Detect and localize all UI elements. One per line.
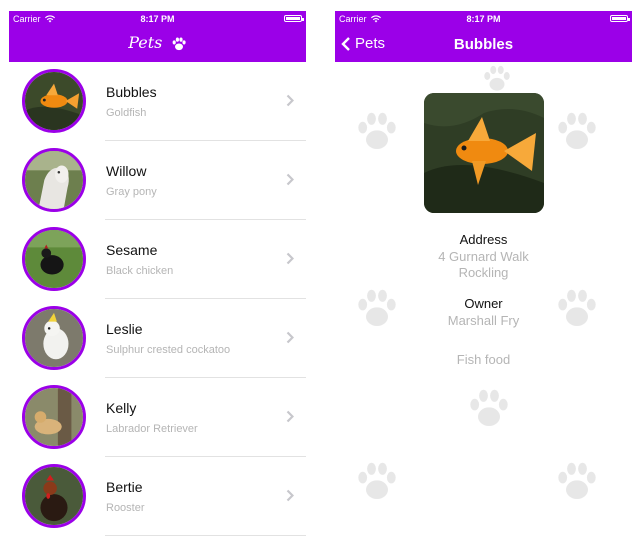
pet-list-screen: Carrier 8:17 PM Pets Bubbles Goldfish Wi…	[9, 11, 306, 542]
address-label: Address	[459, 232, 508, 247]
address-line2: Rockling	[458, 265, 509, 280]
status-bar: Carrier 8:17 PM	[335, 11, 632, 27]
pet-row-leslie[interactable]: Leslie Sulphur crested cockatoo	[9, 299, 306, 378]
navigation-bar: Carrier 8:17 PM Pets	[9, 11, 306, 62]
pet-detail-screen: Carrier 8:17 PM Pets Bubbles Address 4 G…	[335, 11, 632, 542]
paw-icon	[470, 389, 508, 427]
nav-title: Pets	[9, 33, 306, 53]
food-text: Fish food	[456, 352, 511, 367]
pet-name: Bubbles	[106, 84, 157, 100]
avatar	[22, 385, 86, 449]
avatar	[22, 306, 86, 370]
navigation-bar: Carrier 8:17 PM Pets Bubbles	[335, 11, 632, 62]
pet-name: Leslie	[106, 321, 143, 337]
chevron-right-icon	[286, 252, 294, 265]
paw-icon	[172, 37, 186, 50]
owner-name: Marshall Fry	[447, 313, 520, 328]
pet-row-bubbles[interactable]: Bubbles Goldfish	[9, 62, 306, 141]
pet-name: Bertie	[106, 479, 143, 495]
avatar	[22, 464, 86, 528]
pet-type: Rooster	[106, 502, 145, 514]
chevron-right-icon	[286, 94, 294, 107]
paw-icon	[558, 112, 596, 150]
chevron-right-icon	[286, 410, 294, 423]
page-title: Pets	[128, 33, 163, 52]
pet-name: Willow	[106, 163, 147, 179]
chevron-right-icon	[286, 173, 294, 186]
pet-row-bertie[interactable]: Bertie Rooster	[9, 457, 306, 536]
paw-icon	[558, 462, 596, 500]
pet-photo	[424, 93, 544, 213]
page-title: Bubbles	[453, 36, 514, 53]
avatar	[22, 69, 86, 133]
battery-icon	[610, 15, 630, 22]
chevron-right-icon	[286, 331, 294, 344]
pet-type: Black chicken	[106, 265, 174, 277]
pet-name: Sesame	[106, 242, 158, 258]
pet-type: Gray pony	[106, 186, 157, 198]
pet-name: Kelly	[106, 400, 137, 416]
pet-row-kelly[interactable]: Kelly Labrador Retriever	[9, 378, 306, 457]
pet-row-willow[interactable]: Willow Gray pony	[9, 141, 306, 220]
status-time: 8:17 PM	[140, 14, 175, 24]
paw-icon	[484, 65, 510, 91]
avatar	[22, 148, 86, 212]
status-bar: Carrier 8:17 PM	[9, 11, 306, 27]
pet-type: Sulphur crested cockatoo	[106, 344, 231, 356]
owner-label: Owner	[464, 296, 503, 311]
chevron-right-icon	[286, 489, 294, 502]
paw-icon	[358, 112, 396, 150]
pet-detail: Address 4 Gurnard Walk Rockling Owner Ma…	[335, 62, 632, 542]
avatar	[22, 227, 86, 291]
pet-type: Labrador Retriever	[106, 423, 198, 435]
pet-type: Goldfish	[106, 107, 147, 119]
status-time: 8:17 PM	[466, 14, 501, 24]
pet-row-sesame[interactable]: Sesame Black chicken	[9, 220, 306, 299]
battery-icon	[284, 15, 304, 22]
paw-icon	[358, 462, 396, 500]
address-line1: 4 Gurnard Walk	[438, 249, 529, 264]
